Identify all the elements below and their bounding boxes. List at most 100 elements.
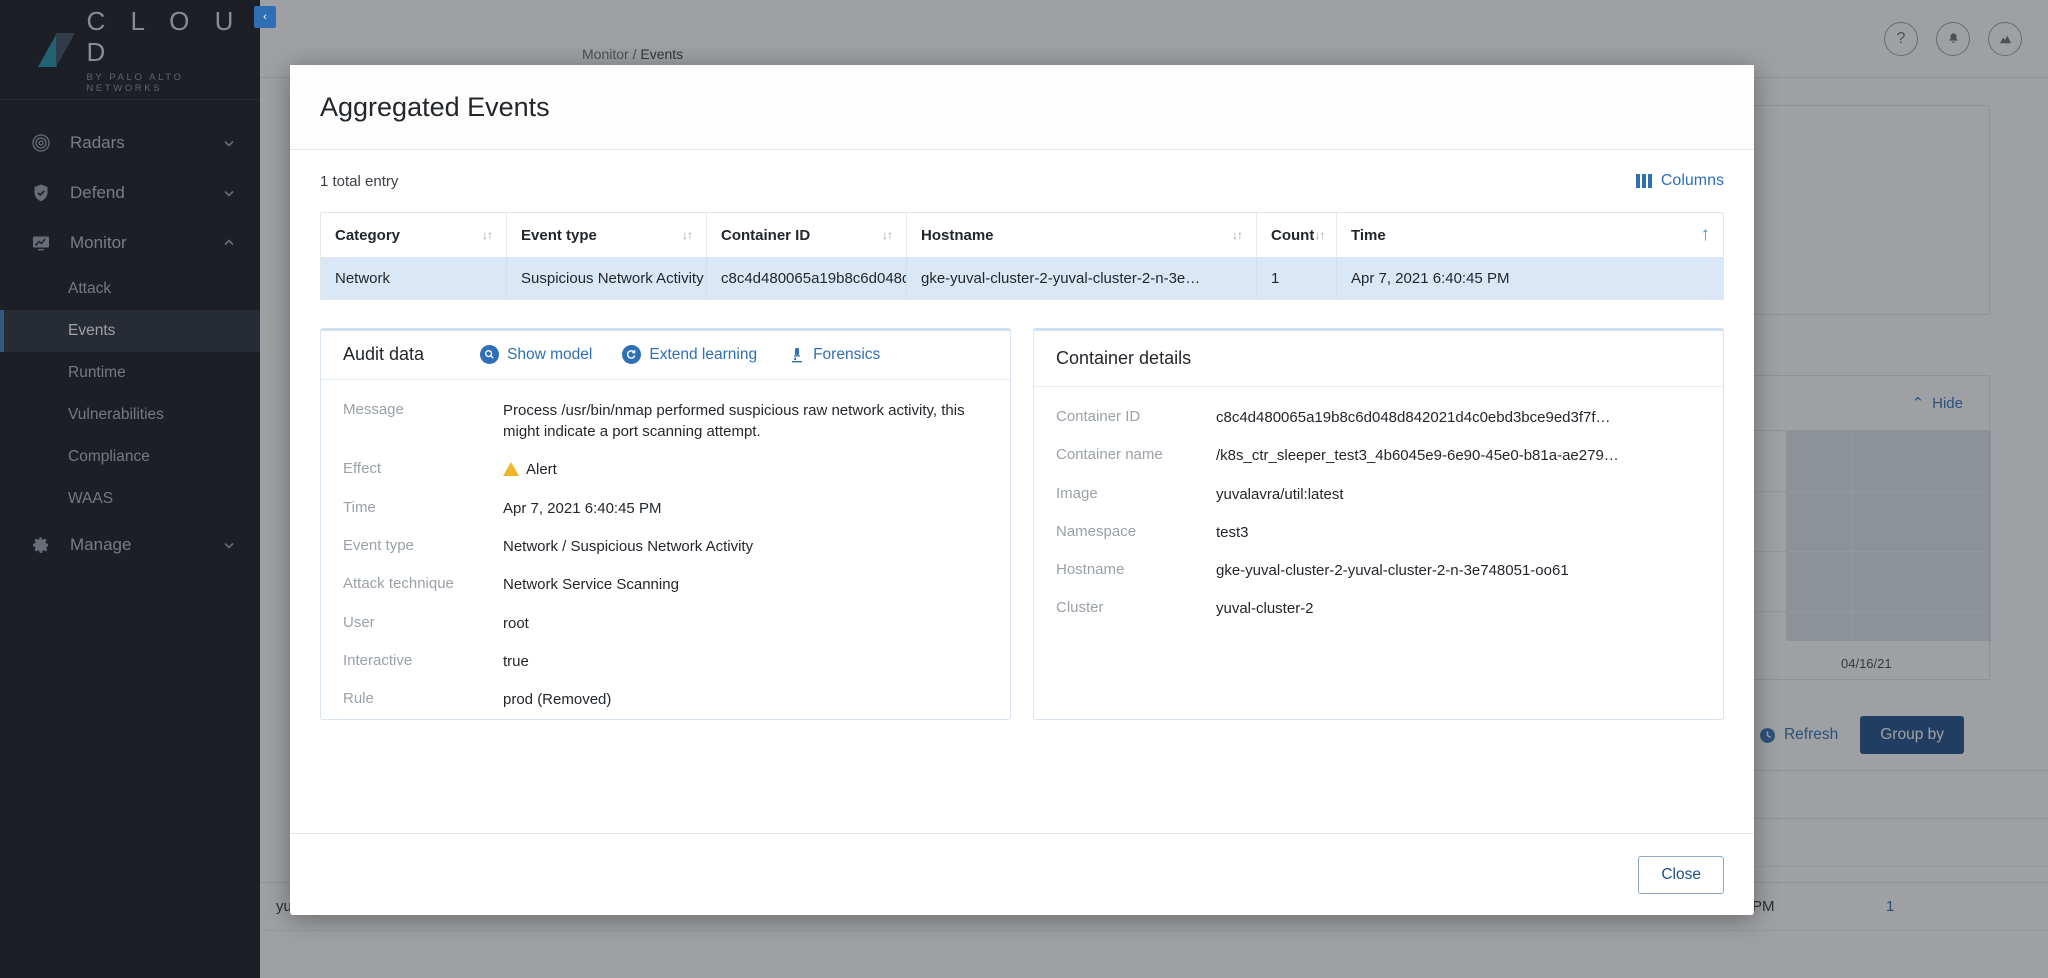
microscope-icon [787, 346, 805, 364]
column-label: Hostname [921, 226, 994, 244]
cell-event-type: Suspicious Network Activity [507, 257, 707, 299]
field-effect: Effect Alert [343, 459, 988, 480]
field-value: Alert [526, 461, 557, 479]
cell-hostname: gke-yuval-cluster-2-yuval-cluster-2-n-3e… [907, 257, 1257, 299]
field-value-wrapper: Alert [503, 459, 988, 480]
column-label: Container ID [721, 226, 811, 244]
modal-body: 1 total entry Columns Category ↓↑ Event … [290, 150, 1754, 833]
field-cluster: Cluster yuval-cluster-2 [1056, 598, 1701, 619]
column-label: Time [1351, 226, 1386, 244]
field-value: Apr 7, 2021 6:40:45 PM [503, 499, 662, 517]
field-container-name: Container name /k8s_ctr_sleeper_test3_4b… [1056, 445, 1701, 466]
field-container-id: Container ID c8c4d480065a19b8c6d048d8420… [1056, 407, 1701, 428]
show-model-button[interactable]: Show model [480, 345, 593, 365]
field-value: /k8s_ctr_sleeper_test3_4b6045e9-6e90-45e… [1216, 447, 1619, 465]
audit-panel-title: Audit data [343, 344, 425, 365]
field-label: Container ID [1056, 408, 1141, 425]
field-event-type: Event type Network / Suspicious Network … [343, 536, 988, 557]
forensics-label: Forensics [813, 345, 881, 363]
field-value: root [503, 614, 529, 632]
audit-panel-actions: Show model Extend learning Forensics [480, 345, 880, 365]
column-label: Count [1271, 226, 1315, 244]
modal-footer: Close [290, 833, 1754, 915]
sort-icon[interactable]: ↓↑ [482, 228, 493, 242]
field-hostname: Hostname gke-yuval-cluster-2-yuval-clust… [1056, 560, 1701, 581]
field-label: Time [343, 498, 376, 516]
field-image: Image yuvalavra/util:latest [1056, 484, 1701, 505]
field-label: Attack technique [343, 575, 454, 593]
field-value: test3 [1216, 523, 1249, 541]
container-details-panel: Container details Container ID c8c4d4800… [1033, 328, 1724, 720]
field-label: Message [343, 400, 404, 418]
field-label: Container name [1056, 446, 1163, 464]
table-meta-row: 1 total entry Columns [320, 150, 1724, 212]
column-header-container-id[interactable]: Container ID ↓↑ [707, 213, 907, 257]
warning-triangle-icon [503, 462, 519, 477]
columns-button[interactable]: Columns [1635, 172, 1724, 190]
container-panel-body: Container ID c8c4d480065a19b8c6d048d8420… [1034, 387, 1723, 637]
extend-learning-label: Extend learning [649, 345, 758, 363]
column-label: Event type [521, 226, 597, 244]
audit-panel-header: Audit data Show model Extend learning Fo… [321, 331, 1010, 380]
container-panel-header: Container details [1034, 331, 1723, 387]
column-header-event-type[interactable]: Event type ↓↑ [507, 213, 707, 257]
column-header-count[interactable]: Count ↓↑ [1257, 213, 1337, 257]
sort-icon[interactable]: ↓↑ [1232, 228, 1243, 242]
show-model-label: Show model [507, 345, 593, 363]
field-interactive: Interactive true [343, 651, 988, 672]
field-value: gke-yuval-cluster-2-yuval-cluster-2-n-3e… [1216, 562, 1569, 580]
field-value: c8c4d480065a19b8c6d048d842021d4c0ebd3bce… [1216, 409, 1611, 426]
field-attack-technique: Attack technique Network Service Scannin… [343, 574, 988, 595]
magnifier-icon [480, 345, 500, 365]
table-header-row: Category ↓↑ Event type ↓↑ Container ID ↓… [321, 213, 1723, 257]
field-message: Message Process /usr/bin/nmap performed … [343, 400, 988, 443]
column-header-time[interactable]: Time ↑ [1337, 213, 1723, 257]
sort-icon[interactable]: ↓↑ [1314, 228, 1325, 242]
cell-count: 1 [1257, 257, 1337, 299]
column-label: Category [335, 226, 401, 244]
aggregated-events-modal: Aggregated Events 1 total entry Columns … [290, 65, 1754, 915]
sort-ascending-icon[interactable]: ↑ [1701, 224, 1710, 246]
forensics-button[interactable]: Forensics [787, 345, 880, 364]
field-value: prod (Removed) [503, 691, 612, 709]
column-header-hostname[interactable]: Hostname ↓↑ [907, 213, 1257, 257]
cell-category: Network [321, 257, 507, 299]
audit-data-panel: Audit data Show model Extend learning Fo… [320, 328, 1011, 720]
columns-icon [1635, 174, 1652, 188]
modal-header: Aggregated Events [290, 65, 1754, 150]
refresh-circle-icon [622, 345, 642, 365]
sidebar-collapse-button[interactable]: ‹ [254, 6, 276, 28]
audit-panel-body: Message Process /usr/bin/nmap performed … [321, 380, 1010, 719]
close-button[interactable]: Close [1638, 855, 1724, 894]
field-label: Namespace [1056, 522, 1137, 540]
field-label: Image [1056, 484, 1098, 502]
field-value: Process /usr/bin/nmap performed suspicio… [503, 401, 965, 441]
field-time: Time Apr 7, 2021 6:40:45 PM [343, 498, 988, 519]
field-value: Network Service Scanning [503, 576, 679, 594]
field-value: yuval-cluster-2 [1216, 600, 1314, 618]
field-value: Network / Suspicious Network Activity [503, 538, 754, 556]
column-header-category[interactable]: Category ↓↑ [321, 213, 507, 257]
field-label: Interactive [343, 651, 413, 669]
sort-icon[interactable]: ↓↑ [882, 228, 893, 242]
table-row[interactable]: Network Suspicious Network Activity c8c4… [321, 257, 1723, 299]
field-namespace: Namespace test3 [1056, 522, 1701, 543]
container-panel-title: Container details [1056, 348, 1192, 368]
aggregated-events-table: Category ↓↑ Event type ↓↑ Container ID ↓… [320, 212, 1724, 300]
field-value: yuvalavra/util:latest [1216, 485, 1344, 503]
cell-time: Apr 7, 2021 6:40:45 PM [1351, 269, 1510, 287]
field-label: User [343, 613, 375, 631]
sort-icon[interactable]: ↓↑ [682, 228, 693, 242]
field-label: Hostname [1056, 561, 1125, 579]
page-title: Aggregated Events [320, 91, 550, 122]
columns-label: Columns [1660, 172, 1724, 189]
field-value: true [503, 652, 529, 670]
field-label: Effect [343, 460, 382, 478]
field-label: Event type [343, 537, 414, 555]
field-user: User root [343, 613, 988, 634]
field-label: Rule [343, 690, 374, 708]
field-label: Cluster [1056, 599, 1104, 617]
cell-container-id: c8c4d480065a19b8c6d048d… [707, 257, 907, 299]
total-entry-count: 1 total entry [320, 172, 399, 190]
extend-learning-button[interactable]: Extend learning [622, 345, 758, 365]
